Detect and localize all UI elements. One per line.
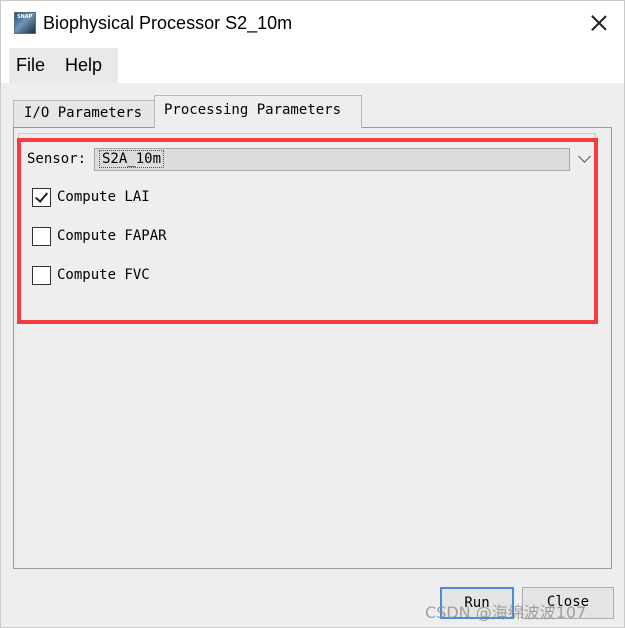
tab-processing-parameters[interactable]: Processing Parameters xyxy=(154,95,362,128)
window-title: Biophysical Processor S2_10m xyxy=(43,13,293,33)
menu-bar: File Help xyxy=(1,47,624,83)
menu-file[interactable]: File xyxy=(16,55,45,76)
title-bar: SNAP Biophysical Processor S2_10m xyxy=(1,1,624,47)
snap-app-icon: SNAP xyxy=(14,12,36,34)
close-icon[interactable] xyxy=(586,11,612,37)
biophysical-processor-window: SNAP Biophysical Processor S2_10m File H… xyxy=(0,0,625,628)
watermark-text: CSDN @海绵波波107 xyxy=(425,603,587,622)
red-highlight-annotation xyxy=(17,138,598,324)
menu-area: File Help xyxy=(9,48,118,83)
menu-help[interactable]: Help xyxy=(65,55,102,76)
tab-io-parameters[interactable]: I/O Parameters xyxy=(13,100,155,127)
